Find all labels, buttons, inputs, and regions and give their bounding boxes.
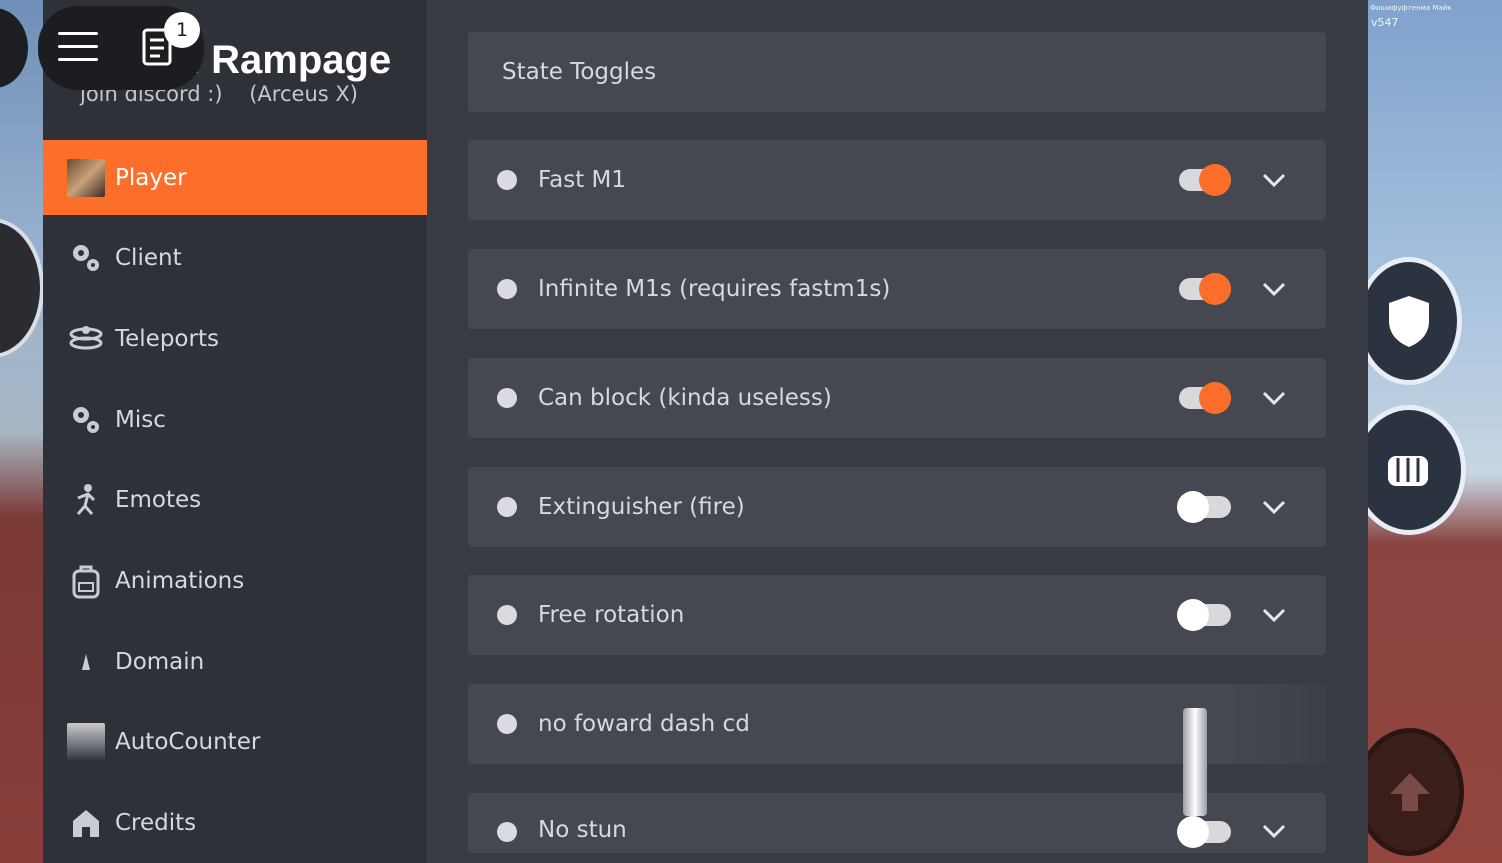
toggle-label: no foward dash cd [538,711,750,737]
sidebar-nav: Player Client Teleports Misc Emotes Anim… [43,140,427,863]
sidebar-item-label: Animations [115,568,245,595]
chevron-down-icon[interactable] [1260,166,1288,194]
autocounter-avatar-icon [67,723,105,762]
toggle-label: Fast M1 [538,167,627,193]
sidebar-item-label: Teleports [115,326,219,353]
status-dot [497,714,517,734]
home-icon [67,804,105,842]
chevron-down-icon[interactable] [1260,817,1288,845]
teleport-icon [67,320,105,358]
sidebar-item-label: Domain [115,648,205,675]
sidebar-item-client[interactable]: Client [43,218,427,299]
status-dot [497,497,517,517]
sidebar-item-teleports[interactable]: Teleports [43,299,427,380]
gears-icon [67,239,105,277]
version-tag: Фишифуфтенма Майк [1370,4,1452,12]
dragging-toggle-ghost [1183,708,1207,816]
sidebar-item-label: Player [115,164,187,191]
status-dot [497,605,517,625]
status-dot [497,822,517,842]
sidebar-item-label: Misc [115,406,166,433]
running-person-icon [67,481,105,519]
status-dot [497,170,517,190]
arrow-up-icon [1390,773,1430,811]
jump-button[interactable] [1356,728,1464,856]
sidebar-item-label: Client [115,245,182,272]
toggle-switch[interactable] [1179,382,1231,414]
sidebar-item-credits[interactable]: Credits [43,783,427,863]
row-fade-overlay [1228,684,1326,764]
toggle-row-free-rotation[interactable]: Free rotation [468,575,1326,655]
backpack-icon [67,562,105,600]
toggle-label: Extinguisher (fire) [538,494,745,520]
toggle-switch[interactable] [1179,273,1231,305]
punch-ability-button[interactable] [1352,405,1466,535]
shield-icon [1389,296,1429,347]
game-viewport-left [0,0,44,863]
toggle-switch[interactable] [1179,164,1231,196]
toggle-row-can-block[interactable]: Can block (kinda useless) [468,358,1326,438]
toggle-label: Infinite M1s (requires fastm1s) [538,276,891,302]
version-number: v547 [1371,16,1399,29]
sidebar-item-label: Emotes [115,487,202,514]
toggle-switch[interactable] [1177,599,1231,631]
chevron-down-icon[interactable] [1260,601,1288,629]
section-header: State Toggles [468,32,1326,112]
chevron-down-icon[interactable] [1260,384,1288,412]
sidebar-item-animations[interactable]: Animations [43,541,427,622]
sidebar-item-emotes[interactable]: Emotes [43,460,427,541]
chevron-down-icon[interactable] [1260,493,1288,521]
gears-icon [67,401,105,439]
sidebar-item-player[interactable]: Player [43,140,427,215]
notification-badge: 1 [164,12,200,48]
small-figure-icon [67,643,105,681]
toggle-row-extinguisher[interactable]: Extinguisher (fire) [468,467,1326,547]
player-avatar-icon [67,158,105,197]
fist-icon [1388,456,1428,486]
block-ability-button[interactable] [1356,257,1462,385]
toggle-switch[interactable] [1177,491,1231,523]
toggle-row-fast-m1[interactable]: Fast M1 [468,140,1326,220]
toggle-label: Can block (kinda useless) [538,385,832,411]
sidebar-item-autocounter[interactable]: AutoCounter [43,702,427,783]
toggle-row-infinite-m1s[interactable]: Infinite M1s (requires fastm1s) [468,249,1326,329]
sidebar-item-domain[interactable]: Domain [43,621,427,702]
sidebar-item-label: AutoCounter [115,729,261,756]
hamburger-menu-icon[interactable] [58,30,98,68]
chevron-down-icon[interactable] [1260,275,1288,303]
toggle-switch[interactable] [1177,816,1231,848]
sidebar-item-label: Credits [115,810,197,837]
sidebar-item-misc[interactable]: Misc [43,379,427,460]
status-dot [497,279,517,299]
toggle-label: Free rotation [538,602,685,628]
status-dot [497,388,517,408]
toggle-label: No stun [538,817,627,843]
